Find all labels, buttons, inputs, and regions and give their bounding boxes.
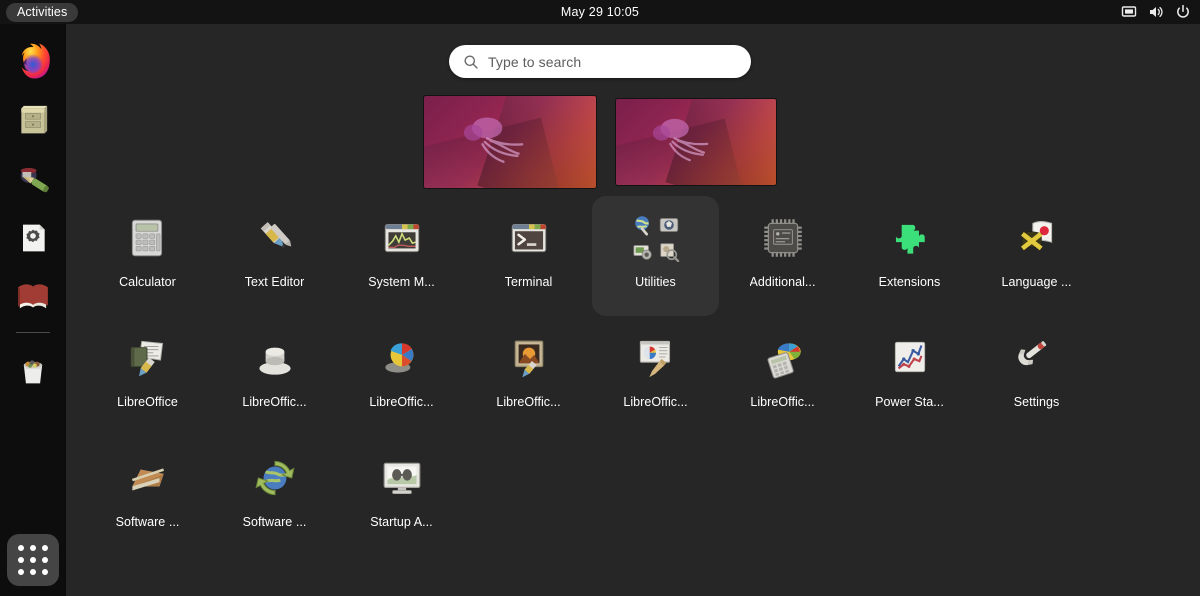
app-label: Extensions bbox=[879, 275, 941, 289]
extensions-icon bbox=[884, 212, 936, 264]
app-label: Settings bbox=[1014, 395, 1060, 409]
app-libreoffice-calc[interactable]: LibreOffic... bbox=[338, 316, 465, 436]
app-software-updater[interactable]: Software ... bbox=[211, 436, 338, 556]
volume-icon[interactable] bbox=[1148, 4, 1164, 20]
screenshot-icon bbox=[632, 240, 654, 262]
app-calculator[interactable]: Calculator bbox=[84, 196, 211, 316]
application-grid: Calculator bbox=[66, 196, 1200, 556]
dock-item-firefox[interactable] bbox=[7, 35, 59, 87]
libreoffice-calc-icon bbox=[376, 332, 428, 384]
disks-globe-icon bbox=[632, 214, 654, 236]
app-libreoffice-draw[interactable]: LibreOffic... bbox=[465, 316, 592, 436]
show-applications-button[interactable] bbox=[7, 534, 59, 586]
trash-icon bbox=[13, 350, 53, 390]
document-scanner-icon bbox=[658, 240, 680, 262]
app-grid-row: Calculator bbox=[84, 196, 1182, 316]
libreoffice-base-icon bbox=[249, 332, 301, 384]
app-extensions[interactable]: Extensions bbox=[846, 196, 973, 316]
help-book-icon bbox=[12, 276, 54, 318]
dock-separator bbox=[16, 332, 50, 333]
app-label: System M... bbox=[368, 275, 435, 289]
top-bar: Activities May 29 10:05 bbox=[0, 0, 1200, 24]
app-system-monitor[interactable]: System M... bbox=[338, 196, 465, 316]
system-monitor-icon bbox=[376, 212, 428, 264]
app-label: LibreOffice bbox=[117, 395, 178, 409]
workspace-thumbnail-2[interactable] bbox=[616, 99, 776, 185]
app-label: Software ... bbox=[243, 515, 307, 529]
app-label: Calculator bbox=[119, 275, 176, 289]
app-software-center[interactable]: Software ... bbox=[84, 436, 211, 556]
calculator-icon bbox=[122, 212, 174, 264]
jellyfish-icon bbox=[452, 107, 569, 177]
dock-item-help[interactable] bbox=[7, 271, 59, 323]
settings-icon bbox=[1011, 332, 1063, 384]
app-terminal[interactable]: Terminal bbox=[465, 196, 592, 316]
app-folder-utilities[interactable]: Utilities bbox=[592, 196, 719, 316]
update-document-icon bbox=[13, 218, 53, 258]
app-label: Terminal bbox=[505, 275, 553, 289]
app-additional-drivers[interactable]: Additional... bbox=[719, 196, 846, 316]
activities-button[interactable]: Activities bbox=[6, 3, 78, 22]
disk-utility-icon bbox=[658, 214, 680, 236]
app-text-editor[interactable]: Text Editor bbox=[211, 196, 338, 316]
dock-item-thunderbird[interactable] bbox=[7, 94, 59, 146]
app-label: LibreOffic... bbox=[369, 395, 433, 409]
software-updater-icon bbox=[249, 452, 301, 504]
power-icon[interactable] bbox=[1175, 4, 1191, 20]
workspace-switcher bbox=[0, 96, 1200, 188]
app-libreoffice-math[interactable]: LibreOffic... bbox=[719, 316, 846, 436]
app-label: LibreOffic... bbox=[496, 395, 560, 409]
libreoffice-math-icon bbox=[757, 332, 809, 384]
gnome-activities-overview: Activities May 29 10:05 bbox=[0, 0, 1200, 596]
app-label: Language ... bbox=[1001, 275, 1071, 289]
libreoffice-draw-icon bbox=[503, 332, 555, 384]
search-placeholder: Type to search bbox=[488, 54, 581, 70]
firefox-icon bbox=[12, 40, 54, 82]
rhythmbox-icon bbox=[12, 158, 54, 200]
dock-item-trash[interactable] bbox=[7, 344, 59, 396]
terminal-icon bbox=[503, 212, 555, 264]
app-startup-applications[interactable]: Startup A... bbox=[338, 436, 465, 556]
status-area[interactable] bbox=[1121, 0, 1191, 24]
dock bbox=[0, 24, 66, 596]
search-container: Type to search bbox=[0, 45, 1200, 78]
app-label: Additional... bbox=[750, 275, 816, 289]
power-statistics-icon bbox=[884, 332, 936, 384]
app-grid-row: LibreOffice LibreOffic... bbox=[84, 316, 1182, 436]
app-grid-row: Software ... Software ... bbox=[84, 436, 1182, 556]
dock-item-rhythmbox[interactable] bbox=[7, 153, 59, 205]
app-libreoffice-base[interactable]: LibreOffic... bbox=[211, 316, 338, 436]
app-label: Software ... bbox=[116, 515, 180, 529]
utilities-folder-icon bbox=[630, 212, 682, 264]
app-label: Startup A... bbox=[370, 515, 432, 529]
text-editor-icon bbox=[249, 212, 301, 264]
app-language-support[interactable]: Language ... bbox=[973, 196, 1100, 316]
dock-item-software-updater[interactable] bbox=[7, 212, 59, 264]
app-power-statistics[interactable]: Power Sta... bbox=[846, 316, 973, 436]
app-label: Text Editor bbox=[245, 275, 305, 289]
display-icon[interactable] bbox=[1121, 4, 1137, 20]
jellyfish-icon bbox=[642, 109, 751, 174]
software-center-icon bbox=[122, 452, 174, 504]
search-input[interactable]: Type to search bbox=[449, 45, 751, 78]
app-settings[interactable]: Settings bbox=[973, 316, 1100, 436]
startup-apps-icon bbox=[376, 452, 428, 504]
clock[interactable]: May 29 10:05 bbox=[0, 5, 1200, 19]
libreoffice-start-icon bbox=[122, 332, 174, 384]
language-support-icon bbox=[1011, 212, 1063, 264]
app-label: LibreOffic... bbox=[750, 395, 814, 409]
app-label: LibreOffic... bbox=[623, 395, 687, 409]
workspace-thumbnail-1[interactable] bbox=[424, 96, 596, 188]
app-grid-icon bbox=[18, 545, 48, 575]
app-label: LibreOffic... bbox=[242, 395, 306, 409]
app-libreoffice-impress[interactable]: LibreOffic... bbox=[592, 316, 719, 436]
thunderbird-icon bbox=[13, 100, 53, 140]
app-label: Utilities bbox=[635, 275, 676, 289]
clock-label[interactable]: May 29 10:05 bbox=[561, 5, 639, 19]
search-icon bbox=[463, 54, 479, 70]
app-libreoffice-start[interactable]: LibreOffice bbox=[84, 316, 211, 436]
app-label: Power Sta... bbox=[875, 395, 944, 409]
libreoffice-impress-icon bbox=[630, 332, 682, 384]
additional-drivers-icon bbox=[757, 212, 809, 264]
